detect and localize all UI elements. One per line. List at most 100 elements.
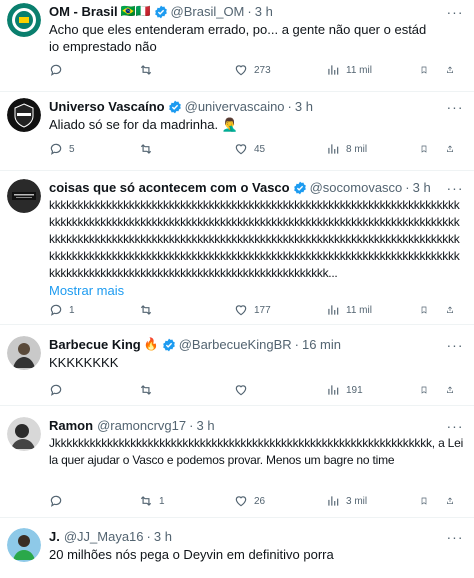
handle[interactable]: @ramoncrvg17 [97, 417, 186, 434]
handle[interactable]: @socomovasco [310, 179, 403, 196]
more-options-icon[interactable]: ··· [446, 98, 464, 116]
reply-icon [50, 304, 62, 316]
share-button[interactable] [446, 381, 460, 399]
bookmark-icon [421, 66, 427, 74]
tweet[interactable]: OM - Brasil 🇧🇷🇮🇹 @Brasil_OM · 3 h Acho q… [0, 0, 474, 92]
timestamp[interactable]: 3 h [413, 179, 431, 196]
heart-icon [235, 65, 247, 76]
tweet-text: 20 milhões nós pega o Deyvin em definiti… [49, 547, 334, 562]
reply-button[interactable] [49, 492, 69, 510]
display-name[interactable]: OM - Brasil [49, 3, 118, 20]
bookmark-icon [421, 145, 427, 153]
views-button[interactable]: 8 mil [326, 140, 367, 158]
more-options-icon[interactable]: ··· [446, 179, 464, 197]
tweet-actions: 191 [49, 381, 464, 399]
more-options-icon[interactable]: ··· [446, 3, 464, 21]
tweet[interactable]: Ramon @ramoncrvg17 · 3 h Jkkkkkkkkkkkkkk… [0, 406, 474, 518]
show-more-link[interactable]: Mostrar mais [49, 282, 464, 299]
reply-button[interactable] [49, 61, 69, 79]
timestamp[interactable]: 3 h [295, 98, 313, 115]
avatar[interactable] [7, 179, 41, 213]
reply-button[interactable] [49, 381, 69, 399]
bookmark-button[interactable] [420, 61, 434, 79]
share-icon [447, 306, 453, 313]
share-button[interactable] [446, 301, 460, 319]
tweet-text: kkkkkkkkkkkkkkkkkkkkkkkkkkkkkkkkkkkkkkkk… [49, 198, 460, 280]
tweet-actions: 273 11 mil [49, 61, 464, 79]
tweet-header: Barbecue King 🔥 @BarbecueKingBR · 16 min [49, 336, 342, 353]
timestamp[interactable]: 16 min [302, 336, 341, 353]
share-button[interactable] [446, 492, 460, 510]
views-button[interactable]: 191 [326, 381, 363, 399]
share-icon [447, 66, 453, 73]
reply-icon [50, 64, 62, 76]
retweet-icon [140, 496, 152, 506]
avatar[interactable] [7, 98, 41, 132]
retweet-icon [140, 65, 152, 75]
bookmark-button[interactable] [420, 140, 434, 158]
reply-button[interactable]: 1 [49, 301, 75, 319]
like-button[interactable] [234, 381, 254, 399]
avatar[interactable] [7, 528, 41, 562]
tweet[interactable]: Barbecue King 🔥 @BarbecueKingBR · 16 min… [0, 325, 474, 406]
verified-badge-icon [293, 181, 306, 194]
tweet-header: Universo Vascaíno @univervascaino · 3 h [49, 98, 313, 115]
more-options-icon[interactable]: ··· [446, 528, 464, 546]
bookmark-button[interactable] [420, 381, 434, 399]
tweet-actions: 1 26 3 mil [49, 492, 464, 510]
handle[interactable]: @Brasil_OM [171, 3, 245, 20]
bookmark-button[interactable] [420, 301, 434, 319]
avatar[interactable] [7, 336, 41, 370]
display-name[interactable]: J. [49, 528, 60, 545]
tweet-actions: 5 45 8 mil [49, 140, 464, 158]
retweet-button[interactable]: 1 [139, 492, 165, 510]
like-button[interactable]: 177 [234, 301, 271, 319]
tweet[interactable]: J. @JJ_Maya16 · 3 h 20 milhões nós pega … [0, 518, 474, 578]
bookmark-icon [421, 386, 427, 394]
display-name[interactable]: coisas que só acontecem com o Vasco [49, 179, 290, 196]
views-button[interactable]: 11 mil [326, 301, 372, 319]
tweet-text: Jkkkkkkkkkkkkkkkkkkkkkkkkkkkkkkkkkkkkkkk… [49, 436, 464, 467]
reply-button[interactable]: 5 [49, 140, 75, 158]
bookmark-button[interactable] [420, 492, 434, 510]
verified-badge-icon [154, 5, 167, 18]
timestamp[interactable]: 3 h [196, 417, 214, 434]
timestamp[interactable]: 3 h [255, 3, 273, 20]
like-button[interactable]: 45 [234, 140, 265, 158]
handle[interactable]: @BarbecueKingBR [179, 336, 292, 353]
reply-icon [50, 143, 62, 155]
share-icon [447, 497, 453, 504]
tweet[interactable]: coisas que só acontecem com o Vasco @soc… [0, 171, 474, 325]
tweet[interactable]: Universo Vascaíno @univervascaino · 3 h … [0, 92, 474, 171]
views-button[interactable]: 3 mil [326, 492, 367, 510]
share-button[interactable] [446, 140, 460, 158]
flag-emojis: 🇧🇷🇮🇹 [120, 4, 151, 18]
retweet-button[interactable] [139, 301, 159, 319]
heart-icon [235, 385, 247, 396]
more-options-icon[interactable]: ··· [446, 417, 464, 435]
like-button[interactable]: 26 [234, 492, 265, 510]
share-icon [447, 145, 453, 152]
tweet-text: Aliado só se for da madrinha. 🤦‍♂️ [49, 117, 238, 132]
display-name[interactable]: Universo Vascaíno [49, 98, 165, 115]
timestamp[interactable]: 3 h [154, 528, 172, 545]
views-button[interactable]: 11 mil [326, 61, 372, 79]
display-name[interactable]: Ramon [49, 417, 93, 434]
handle[interactable]: @JJ_Maya16 [64, 528, 144, 545]
retweet-button[interactable] [139, 140, 159, 158]
retweet-button[interactable] [139, 381, 159, 399]
share-button[interactable] [446, 61, 460, 79]
avatar[interactable] [7, 417, 41, 451]
handle[interactable]: @univervascaino [185, 98, 285, 115]
views-chart-icon [328, 144, 339, 154]
views-chart-icon [328, 305, 339, 315]
more-options-icon[interactable]: ··· [446, 336, 464, 354]
retweet-button[interactable] [139, 61, 159, 79]
views-chart-icon [328, 65, 339, 75]
fire-emoji: 🔥 [143, 337, 159, 351]
display-name[interactable]: Barbecue King [49, 336, 141, 353]
reply-icon [50, 495, 62, 507]
avatar[interactable] [7, 3, 41, 37]
tweet-header: OM - Brasil 🇧🇷🇮🇹 @Brasil_OM · 3 h [49, 3, 273, 20]
like-button[interactable]: 273 [234, 61, 271, 79]
